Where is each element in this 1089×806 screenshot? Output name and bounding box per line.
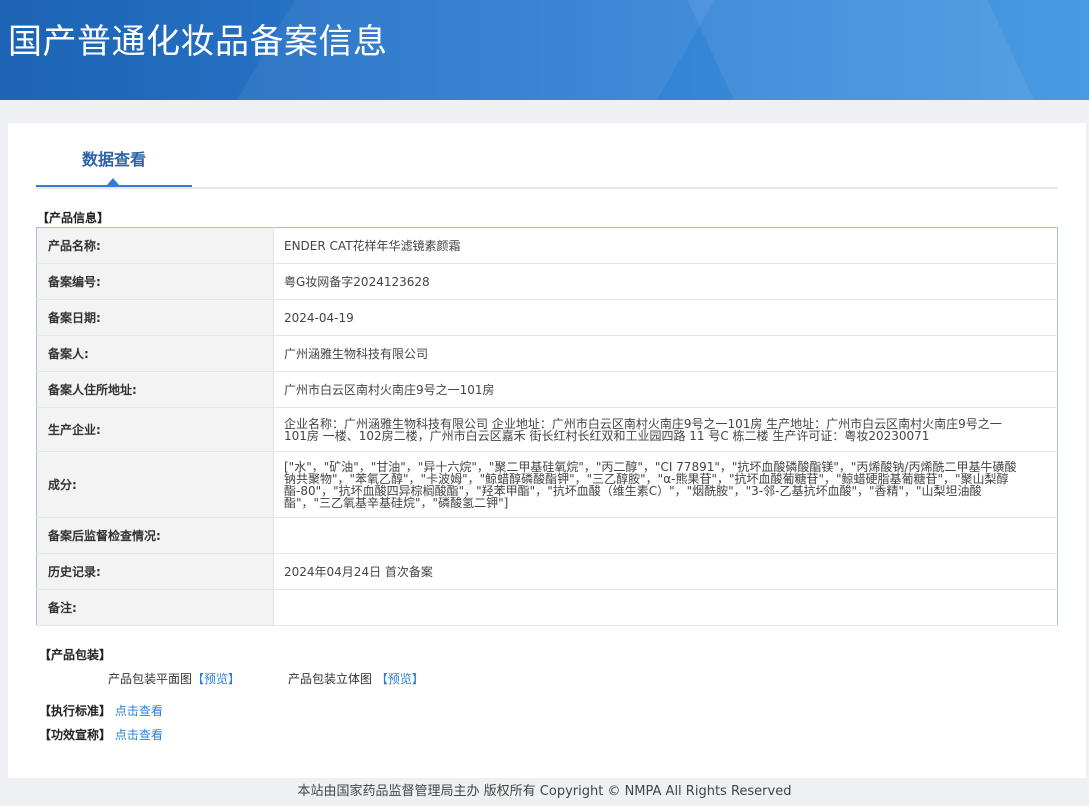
tab-bar: 数据查看 (36, 123, 1058, 189)
table-row: 备案日期: 2024-04-19 (36, 299, 1058, 336)
product-info-table: 产品名称: ENDER CAT花样年华滤镜素颜霜 备案编号: 粤G妆网备字202… (36, 227, 1058, 626)
package-flat-item: 产品包装平面图【预览】 (108, 670, 240, 687)
header-decoration (678, 0, 1062, 100)
row-label: 备案后监督检查情况: (36, 517, 274, 554)
product-info-heading: 【产品信息】 (37, 211, 110, 225)
standard-row: 【执行标准】 点击查看 (39, 702, 163, 719)
row-label: 产品名称: (36, 227, 274, 264)
supervision-value (273, 517, 1058, 554)
standard-label: 【执行标准】 (39, 704, 112, 718)
registration-number-value: 粤G妆网备字2024123628 (273, 263, 1058, 300)
tab-caret-icon (107, 178, 119, 185)
content-panel: 数据查看 【产品信息】 产品名称: ENDER CAT花样年华滤镜素颜霜 备案编… (8, 123, 1086, 778)
manufacturer-value: 企业名称：广州涵雅生物科技有限公司 企业地址：广州市白云区南村火南庄9号之一10… (273, 407, 1058, 452)
packaging-heading: 【产品包装】 (39, 648, 112, 662)
row-label: 备案人住所地址: (36, 371, 274, 408)
footer-copyright: 本站由国家药品监督管理局主办 版权所有 Copyright © NMPA All… (297, 784, 792, 799)
row-label: 备案编号: (36, 263, 274, 300)
history-value: 2024年04月24日 首次备案 (273, 553, 1058, 590)
row-label: 备案日期: (36, 299, 274, 336)
row-label: 备注: (36, 589, 274, 626)
package-stereo-label: 产品包装立体图 (288, 672, 373, 686)
remarks-value (273, 589, 1058, 626)
table-row: 历史记录: 2024年04月24日 首次备案 (36, 553, 1058, 590)
registrant-address-value: 广州市白云区南村火南庄9号之一101房 (273, 371, 1058, 408)
package-stereo-preview-link[interactable]: 【预览】 (376, 672, 424, 686)
package-flat-preview-link[interactable]: 【预览】 (192, 672, 240, 686)
product-name-value: ENDER CAT花样年华滤镜素颜霜 (273, 227, 1058, 264)
package-stereo-item: 产品包装立体图 【预览】 (288, 670, 424, 687)
row-label: 历史记录: (36, 553, 274, 590)
row-label: 备案人: (36, 335, 274, 372)
page-header: 国产普通化妆品备案信息 (0, 0, 1089, 100)
row-label: 生产企业: (36, 407, 274, 452)
efficacy-row: 【功效宣称】 点击查看 (39, 726, 163, 743)
table-row: 成分: ["水"，"矿油"，"甘油"，"异十六烷"，"聚二甲基硅氧烷"，"丙二醇… (36, 451, 1058, 518)
table-row: 备案人: 广州涵雅生物科技有限公司 (36, 335, 1058, 372)
table-row: 备案后监督检查情况: (36, 517, 1058, 554)
table-row: 生产企业: 企业名称：广州涵雅生物科技有限公司 企业地址：广州市白云区南村火南庄… (36, 407, 1058, 452)
package-flat-label: 产品包装平面图 (108, 672, 193, 686)
table-row: 备案编号: 粤G妆网备字2024123628 (36, 263, 1058, 300)
table-row: 备注: (36, 589, 1058, 626)
table-row: 产品名称: ENDER CAT花样年华滤镜素颜霜 (36, 227, 1058, 264)
registration-date-value: 2024-04-19 (273, 299, 1058, 336)
page-title: 国产普通化妆品备案信息 (8, 22, 388, 62)
row-label: 成分: (36, 451, 274, 518)
registrant-value: 广州涵雅生物科技有限公司 (273, 335, 1058, 372)
table-row: 备案人住所地址: 广州市白云区南村火南庄9号之一101房 (36, 371, 1058, 408)
standard-view-link[interactable]: 点击查看 (115, 704, 163, 718)
efficacy-label: 【功效宣称】 (39, 728, 112, 742)
efficacy-view-link[interactable]: 点击查看 (115, 728, 163, 742)
ingredients-value: ["水"，"矿油"，"甘油"，"异十六烷"，"聚二甲基硅氧烷"，"丙二醇"，"C… (273, 451, 1058, 518)
